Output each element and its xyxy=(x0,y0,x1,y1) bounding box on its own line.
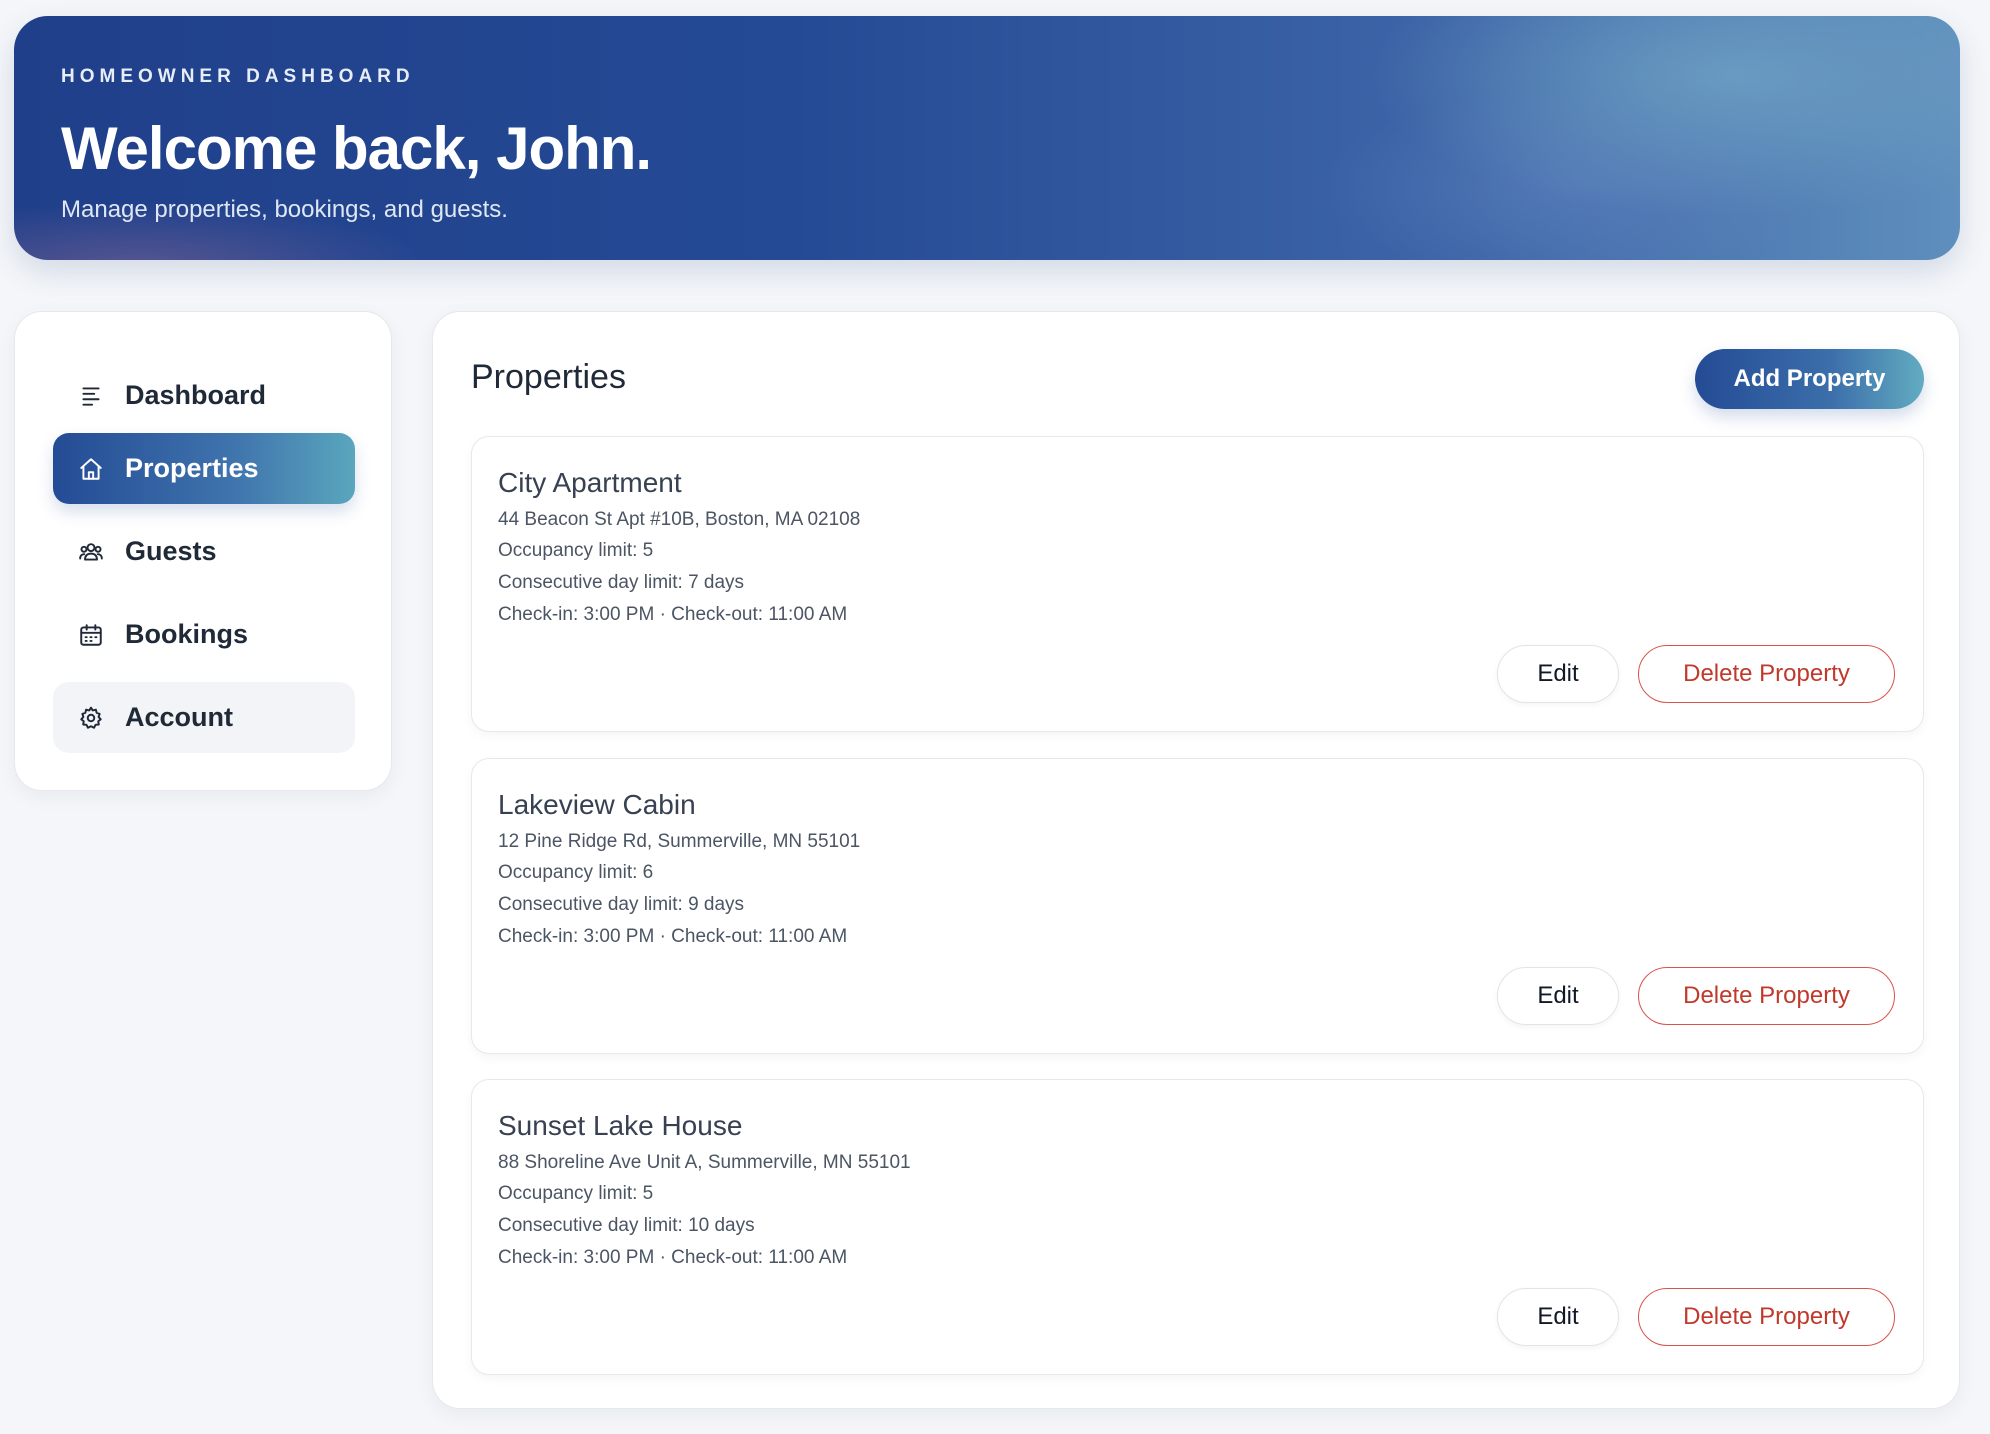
sidebar-item-dashboard[interactable]: Dashboard xyxy=(53,360,355,431)
edit-property-button[interactable]: Edit xyxy=(1497,1288,1619,1346)
sidebar-item-label: Guests xyxy=(125,536,217,566)
property-consecutive-limit: Consecutive day limit: 10 days xyxy=(498,1215,755,1236)
property-address: 44 Beacon St Apt #10B, Boston, MA 02108 xyxy=(498,509,861,530)
sidebar-item-label: Dashboard xyxy=(125,380,267,410)
sidebar: Dashboard Properties Guests Bookings Acc… xyxy=(14,311,392,791)
sidebar-item-label: Bookings xyxy=(125,619,249,649)
property-check-times: Check-in: 3:00 PM · Check-out: 11:00 AM xyxy=(498,604,848,625)
page-subtitle: Manage properties, bookings, and guests. xyxy=(61,196,508,223)
sidebar-item-guests[interactable]: Guests xyxy=(53,516,355,587)
gear-icon xyxy=(77,704,105,732)
delete-property-button[interactable]: Delete Property xyxy=(1638,1288,1895,1346)
sidebar-item-label: Account xyxy=(125,702,233,732)
property-card: Sunset Lake House 88 Shoreline Ave Unit … xyxy=(471,1079,1924,1375)
property-consecutive-limit: Consecutive day limit: 7 days xyxy=(498,572,745,593)
delete-property-button[interactable]: Delete Property xyxy=(1638,645,1895,703)
property-card: City Apartment 44 Beacon St Apt #10B, Bo… xyxy=(471,436,1924,732)
list-icon xyxy=(77,382,105,410)
sidebar-item-label: Properties xyxy=(125,453,259,483)
edit-property-button[interactable]: Edit xyxy=(1497,645,1619,703)
property-check-times: Check-in: 3:00 PM · Check-out: 11:00 AM xyxy=(498,1247,848,1268)
dashboard-eyebrow: HOMEOWNER DASHBOARD xyxy=(61,66,415,87)
sidebar-item-account[interactable]: Account xyxy=(53,682,355,753)
delete-property-button[interactable]: Delete Property xyxy=(1638,967,1895,1025)
property-occupancy: Occupancy limit: 5 xyxy=(498,540,654,561)
sidebar-item-bookings[interactable]: Bookings xyxy=(53,599,355,670)
property-address: 88 Shoreline Ave Unit A, Summerville, MN… xyxy=(498,1152,911,1173)
property-card: Lakeview Cabin 12 Pine Ridge Rd, Summerv… xyxy=(471,758,1924,1054)
sidebar-item-properties[interactable]: Properties xyxy=(53,433,355,504)
property-name: City Apartment xyxy=(498,467,682,498)
page-title: Welcome back, John. xyxy=(61,115,652,182)
welcome-banner: HOMEOWNER DASHBOARD Welcome back, John. … xyxy=(14,16,1960,260)
property-occupancy: Occupancy limit: 5 xyxy=(498,1183,654,1204)
property-name: Sunset Lake House xyxy=(498,1110,743,1141)
property-occupancy: Occupancy limit: 6 xyxy=(498,862,654,883)
users-icon xyxy=(77,538,105,566)
property-name: Lakeview Cabin xyxy=(498,789,696,820)
properties-panel: Properties Add Property City Apartment 4… xyxy=(432,311,1960,1409)
add-property-button[interactable]: Add Property xyxy=(1695,349,1924,409)
edit-property-button[interactable]: Edit xyxy=(1497,967,1619,1025)
property-consecutive-limit: Consecutive day limit: 9 days xyxy=(498,894,745,915)
property-check-times: Check-in: 3:00 PM · Check-out: 11:00 AM xyxy=(498,926,848,947)
property-address: 12 Pine Ridge Rd, Summerville, MN 55101 xyxy=(498,831,861,852)
calendar-icon xyxy=(77,621,105,649)
section-title: Properties xyxy=(471,358,626,396)
home-icon xyxy=(77,455,105,483)
